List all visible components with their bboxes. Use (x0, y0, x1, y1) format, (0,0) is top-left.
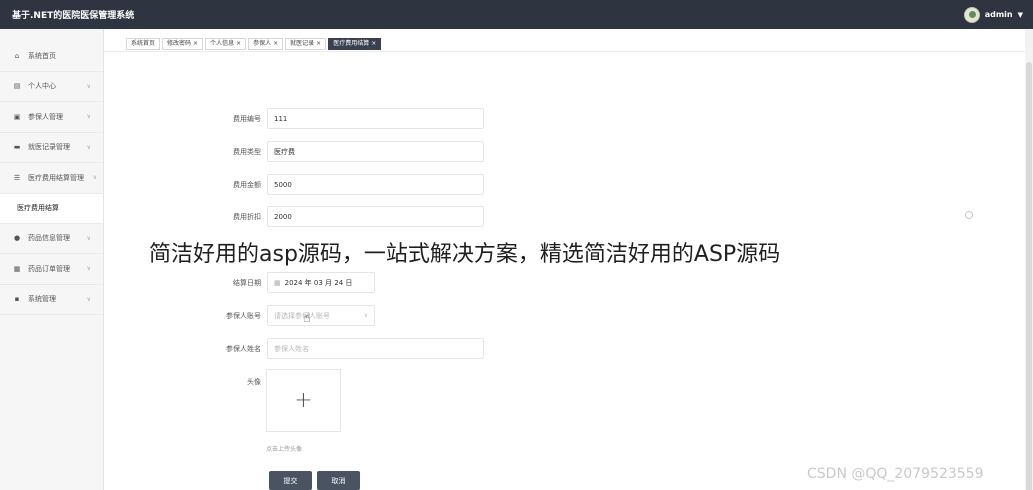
avatar-label: 头像 (247, 378, 261, 386)
chevron-down-icon: ∨ (86, 113, 91, 121)
calendar-icon: ▦ (274, 278, 281, 287)
sidebar-item-label: 药品信息管理 (28, 234, 70, 243)
tab-bar: 系统首页 修改密码 × 个人信息 × 参保人 × 就医记录 × 医疗费用结算 × (126, 38, 382, 50)
sidebar-item-label: 医疗费用结算管理 (28, 173, 84, 182)
chevron-down-icon: ∨ (86, 234, 91, 242)
fee-discount-input[interactable]: 2000 (267, 206, 484, 227)
sidebar-item-label: 个人中心 (28, 82, 56, 91)
avatar[interactable] (963, 6, 980, 23)
chevron-down-icon: ∨ (86, 295, 91, 303)
chevron-down-icon: ∨ (86, 265, 91, 273)
insured-account-label: 参保人账号 (226, 312, 261, 320)
fee-type-label: 费用类型 (233, 148, 261, 156)
avatar-upload[interactable]: + (266, 369, 341, 432)
home-icon: ⌂ (14, 51, 20, 60)
sidebar-item-drug-orders[interactable]: ▦ 药品订单管理 ∨ (0, 254, 103, 285)
insured-name-label: 参保人姓名 (226, 345, 261, 353)
tab-home[interactable]: 系统首页 (126, 38, 161, 50)
sidebar-item-insured[interactable]: ▣ 参保人管理 ∨ (0, 102, 103, 133)
sidebar-item-medical-records[interactable]: ▬ 就医记录管理 ∨ (0, 133, 103, 163)
chevron-up-icon: ∨ (92, 174, 97, 182)
fee-amount-label: 费用金额 (233, 181, 261, 189)
hand-cursor-icon: ☝ (303, 311, 311, 326)
sidebar-item-label: 参保人管理 (28, 112, 63, 121)
profile-icon: ▤ (13, 82, 21, 91)
sliders-icon: ☰ (13, 173, 21, 182)
user-icon: ● (13, 234, 21, 243)
fee-no-input[interactable]: 111 (267, 108, 484, 129)
chevron-down-icon: ∨ (363, 312, 368, 319)
grid-icon: ▪ (14, 295, 20, 304)
close-icon[interactable]: × (371, 40, 376, 47)
bed-icon: ▬ (13, 143, 21, 152)
chevron-down-icon[interactable]: ▼ (1018, 11, 1023, 19)
chevron-down-icon: ∨ (86, 82, 91, 90)
sidebar-item-profile[interactable]: ▤ 个人中心 ∨ (0, 72, 103, 102)
close-icon[interactable]: × (236, 40, 241, 47)
insured-name-input[interactable]: 参保人姓名 (267, 338, 484, 359)
chevron-down-icon: ∨ (86, 143, 91, 151)
close-icon[interactable]: × (273, 40, 278, 47)
sidebar-item-system[interactable]: ▪ 系统管理 ∨ (0, 285, 103, 315)
fee-type-input[interactable]: 医疗费 (267, 141, 484, 162)
user-menu[interactable]: admin ▼ (963, 6, 1023, 23)
sidebar-item-label: 系统首页 (28, 51, 56, 60)
close-icon[interactable]: × (193, 40, 198, 47)
insured-account-select[interactable]: 请选择参保人账号 ∨ (267, 305, 375, 326)
scrollbar[interactable] (1025, 29, 1033, 490)
close-icon[interactable]: × (316, 40, 321, 47)
circle-icon (965, 211, 973, 219)
submit-button[interactable]: 提交 (269, 471, 312, 490)
watermark: CSDN @QQ_2079523559 (807, 466, 984, 482)
fee-amount-input[interactable]: 5000 (267, 174, 484, 195)
sidebar-item-home[interactable]: ⌂ 系统首页 (0, 41, 103, 72)
sidebar-item-label: 系统管理 (28, 295, 56, 304)
app-title: 基于.NET的医院医保管理系统 (12, 11, 135, 21)
scrollbar-thumb[interactable] (1026, 62, 1032, 490)
calendar-icon: ▦ (13, 264, 21, 273)
settle-date-picker[interactable]: ▦ 2024 年 03 月 24 日 (267, 272, 375, 293)
cancel-button[interactable]: 取消 (317, 471, 360, 490)
settle-date-label: 结算日期 (233, 279, 261, 287)
tab-insured[interactable]: 参保人 × (248, 38, 284, 50)
sidebar-item-label: 药品订单管理 (28, 264, 70, 273)
username[interactable]: admin (985, 10, 1013, 19)
sidebar-item-label: 就医记录管理 (28, 143, 70, 152)
clipboard-icon: ▣ (13, 112, 21, 121)
tab-change-password[interactable]: 修改密码 × (162, 38, 204, 50)
overlay-banner: 简洁好用的asp源码，一站式解决方案，精选简洁好用的ASP源码 (149, 242, 781, 267)
fee-no-label: 费用编号 (233, 115, 261, 123)
sidebar-subitem-fee-settlement[interactable]: 医疗费用结算 (0, 193, 103, 224)
upload-hint: 点击上传头像 (266, 446, 303, 453)
tab-fee-settlement[interactable]: 医疗费用结算 × (328, 38, 382, 50)
fee-discount-label: 费用折扣 (233, 213, 261, 221)
sidebar-item-fee-settlement[interactable]: ☰ 医疗费用结算管理 ∨ (0, 163, 103, 194)
tab-personal-info[interactable]: 个人信息 × (205, 38, 247, 50)
sidebar: ⌂ 系统首页 ▤ 个人中心 ∨ ▣ 参保人管理 ∨ ▬ 就医记录管理 ∨ ☰ 医… (0, 29, 104, 490)
sidebar-item-drug-info[interactable]: ● 药品信息管理 ∨ (0, 224, 103, 254)
tab-medical-records[interactable]: 就医记录 × (285, 38, 327, 50)
plus-icon: + (294, 388, 313, 413)
top-header: 基于.NET的医院医保管理系统 admin ▼ (0, 0, 1033, 29)
